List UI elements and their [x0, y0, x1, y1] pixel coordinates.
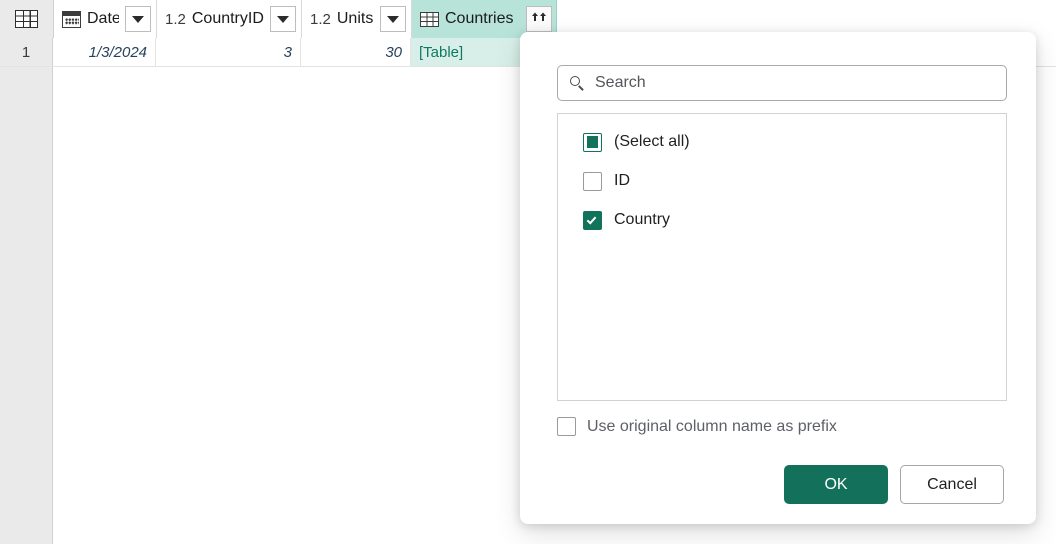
checkbox-id[interactable]: [583, 171, 602, 191]
type-icon-decimal-countryid: 1.2: [165, 10, 186, 28]
cell-date[interactable]: 1/3/2024: [53, 38, 156, 66]
search-icon: [570, 75, 585, 91]
chevron-down-icon: [132, 15, 144, 23]
chevron-down-icon: [387, 15, 399, 23]
column-header-label-countryid: CountryID: [191, 10, 264, 27]
list-item-label: ID: [614, 172, 630, 189]
calendar-icon: [62, 10, 81, 28]
ok-button[interactable]: OK: [784, 465, 888, 504]
cell-units[interactable]: 30: [301, 38, 411, 66]
checkbox-use-prefix[interactable]: [557, 417, 576, 436]
dialog-button-row: OK Cancel: [784, 465, 1004, 504]
select-all-columns-corner[interactable]: [0, 0, 54, 38]
expand-arrows-icon: [532, 12, 546, 21]
use-original-column-name-as-prefix-option[interactable]: Use original column name as prefix: [557, 417, 837, 436]
use-prefix-label: Use original column name as prefix: [587, 417, 837, 435]
column-header-label-date: Date: [87, 10, 119, 27]
chevron-down-icon: [277, 15, 289, 23]
list-item-label: (Select all): [614, 133, 690, 150]
expand-column-button[interactable]: [526, 6, 552, 32]
column-filter-dropdown-date[interactable]: [125, 6, 151, 32]
checkbox-country[interactable]: [583, 210, 602, 230]
search-placeholder: Search: [595, 74, 646, 91]
expand-column-flyout: Search (Select all) ID Country Use origi…: [520, 32, 1036, 524]
column-filter-dropdown-units[interactable]: [380, 6, 406, 32]
column-checkbox-list[interactable]: (Select all) ID Country: [557, 113, 1007, 401]
row-number[interactable]: 1: [0, 38, 53, 66]
type-icon-decimal-units: 1.2: [310, 10, 331, 28]
list-item-country[interactable]: Country: [558, 205, 1006, 235]
table-icon: [15, 10, 38, 28]
cancel-button[interactable]: Cancel: [900, 465, 1004, 504]
column-header-label-countries: Countries: [445, 10, 514, 27]
table-icon: [420, 11, 439, 27]
list-item-select-all[interactable]: (Select all): [558, 127, 1006, 157]
checkbox-select-all[interactable]: [583, 132, 602, 152]
column-header-label-units: Units: [336, 10, 374, 27]
list-item-label: Country: [614, 211, 671, 228]
column-filter-dropdown-countryid[interactable]: [270, 6, 296, 32]
cell-countryid[interactable]: 3: [156, 38, 301, 66]
column-header-date[interactable]: Date: [54, 0, 157, 38]
search-input[interactable]: Search: [557, 65, 1007, 101]
column-header-units[interactable]: 1.2 Units: [302, 0, 412, 38]
list-item-id[interactable]: ID: [558, 166, 1006, 196]
column-header-countryid[interactable]: 1.2 CountryID: [157, 0, 302, 38]
